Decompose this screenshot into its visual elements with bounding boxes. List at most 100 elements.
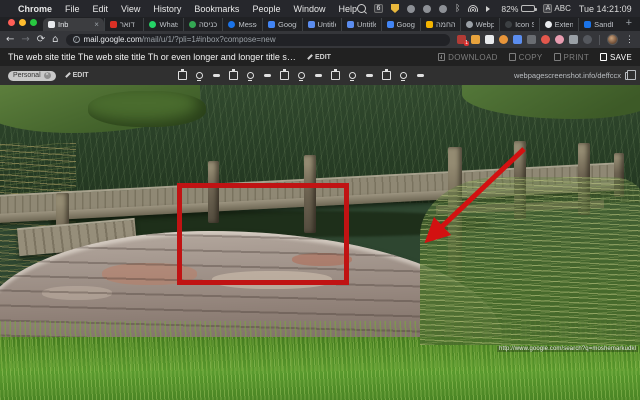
- bluetooth-icon[interactable]: ᛒ: [455, 4, 460, 14]
- extension-bell[interactable]: [471, 35, 480, 44]
- zoom-window-button[interactable]: [30, 19, 37, 26]
- extension-lock[interactable]: [499, 35, 508, 44]
- extension-pin[interactable]: [541, 35, 550, 44]
- menu-item-bookmarks[interactable]: Bookmarks: [194, 4, 239, 14]
- status-app-icon[interactable]: [423, 5, 431, 13]
- tool-board-icon[interactable]: [228, 70, 239, 81]
- tool-board-icon[interactable]: [177, 70, 188, 81]
- edit-title-label: EDIT: [315, 54, 331, 61]
- tool-cam-icon[interactable]: [245, 70, 256, 81]
- forward-button[interactable]: →: [21, 35, 29, 45]
- tool-dash-icon[interactable]: [313, 70, 324, 81]
- tool-cam-icon[interactable]: [347, 70, 358, 81]
- minimize-window-button[interactable]: [19, 19, 26, 26]
- tool-cam-icon[interactable]: [194, 70, 205, 81]
- tool-dash-icon[interactable]: [364, 70, 375, 81]
- menu-bar-clock[interactable]: Tue 14:21:09: [579, 4, 632, 14]
- browser-tab[interactable]: Inb ×: [43, 18, 104, 31]
- tab-favicon: [545, 21, 552, 28]
- pencil-icon: [306, 54, 313, 61]
- tool-dash-icon[interactable]: [211, 70, 222, 81]
- menu-item-view[interactable]: View: [121, 4, 140, 14]
- browser-tab[interactable]: החמה: [420, 18, 460, 31]
- remove-tag-icon[interactable]: ×: [44, 72, 51, 79]
- tab-favicon: [308, 21, 315, 28]
- browser-tab[interactable]: כניסה: [183, 18, 223, 31]
- edit-title-button[interactable]: EDIT: [306, 54, 331, 61]
- menu-item-history[interactable]: History: [153, 4, 181, 14]
- chrome-menu-button[interactable]: ⋮: [625, 34, 634, 45]
- browser-tab[interactable]: Extens: [539, 18, 579, 31]
- tab-favicon: [189, 21, 196, 28]
- battery-percent: 82%: [501, 4, 518, 14]
- tab-close-icon[interactable]: ×: [94, 20, 99, 29]
- save-button[interactable]: SAVE: [600, 53, 632, 62]
- browser-tab[interactable]: Googl: [262, 18, 302, 31]
- copy-url-icon[interactable]: [625, 72, 632, 80]
- browser-tab[interactable]: דואר: [104, 18, 144, 31]
- extension-square[interactable]: [569, 35, 578, 44]
- menu-item-people[interactable]: People: [252, 4, 280, 14]
- wifi-icon[interactable]: [468, 5, 478, 12]
- browser-tab[interactable]: Googl: [381, 18, 421, 31]
- save-label: SAVE: [610, 53, 632, 62]
- home-button[interactable]: ⌂: [52, 35, 58, 45]
- tool-cam-icon[interactable]: [398, 70, 409, 81]
- edit-annotations-button[interactable]: EDIT: [64, 72, 89, 79]
- tool-board-icon[interactable]: [330, 70, 341, 81]
- menu-item-file[interactable]: File: [65, 4, 80, 14]
- browser-tab[interactable]: Untitle: [302, 18, 342, 31]
- extension-dash[interactable]: [513, 35, 522, 44]
- download-button[interactable]: DOWNLOAD: [438, 53, 498, 62]
- extension-dim[interactable]: [527, 35, 536, 44]
- extension-camera[interactable]: [583, 35, 592, 44]
- status-app-icon[interactable]: [439, 5, 447, 13]
- omnibox[interactable]: i mail.google.com/mail/u/1/?pli=1#inbox?…: [66, 34, 450, 46]
- url-path: /mail/u/1/?pli=1#inbox?compose=new: [142, 35, 276, 44]
- pencil-icon: [64, 72, 71, 79]
- status-app-icon[interactable]: [407, 5, 415, 13]
- input-source-indicator[interactable]: A ABC: [543, 4, 570, 13]
- shield-icon[interactable]: [391, 4, 399, 13]
- profile-avatar[interactable]: [607, 34, 618, 45]
- battery-indicator[interactable]: 82%: [501, 4, 535, 14]
- menu-item-help[interactable]: Help: [338, 4, 357, 14]
- menu-item-edit[interactable]: Edit: [93, 4, 109, 14]
- tool-dash-icon[interactable]: [415, 70, 426, 81]
- close-window-button[interactable]: [8, 19, 15, 26]
- browser-tab[interactable]: SandD: [578, 18, 617, 31]
- menu-item-window[interactable]: Window: [293, 4, 325, 14]
- tool-board-icon[interactable]: [279, 70, 290, 81]
- browser-tab[interactable]: Whats: [143, 18, 183, 31]
- tool-dash-icon[interactable]: [262, 70, 273, 81]
- print-button[interactable]: PRINT: [554, 53, 590, 62]
- tab-label: החמה: [436, 20, 455, 29]
- screen-record-icon[interactable]: [357, 4, 366, 13]
- copy-label: COPY: [519, 53, 543, 62]
- menu-item-chrome[interactable]: Chrome: [18, 4, 52, 14]
- browser-tab[interactable]: Webpa: [460, 18, 500, 31]
- tool-board-icon[interactable]: [381, 70, 392, 81]
- tab-label: Inb: [58, 20, 68, 29]
- browser-tab[interactable]: Icon S: [499, 18, 539, 31]
- tool-cam-icon[interactable]: [296, 70, 307, 81]
- screenshot-title-bar: The web site title The web site title Th…: [0, 48, 640, 66]
- browser-tab[interactable]: Untitle: [341, 18, 381, 31]
- extension-red[interactable]: 1: [457, 35, 466, 44]
- annotation-rectangle[interactable]: [177, 183, 349, 285]
- page-info-icon[interactable]: i: [73, 36, 80, 43]
- volume-icon[interactable]: [486, 6, 493, 12]
- new-tab-button[interactable]: +: [618, 17, 640, 31]
- tab-label: Icon S: [515, 20, 534, 29]
- reload-button[interactable]: ⟳: [37, 35, 45, 45]
- extension-grid[interactable]: [485, 35, 494, 44]
- back-button[interactable]: ←: [6, 35, 14, 45]
- keystroke-badge[interactable]: 6: [374, 4, 383, 13]
- macos-menu-bar: Chrome File Edit View History Bookmarks People…: [0, 0, 640, 17]
- tag-personal[interactable]: Personal ×: [8, 71, 56, 81]
- browser-tab[interactable]: Messe: [222, 18, 262, 31]
- extension-donut[interactable]: [555, 35, 564, 44]
- share-url[interactable]: webpagescreenshot.info/deffccx: [514, 71, 621, 80]
- tab-favicon: [387, 21, 394, 28]
- copy-button[interactable]: COPY: [509, 53, 543, 62]
